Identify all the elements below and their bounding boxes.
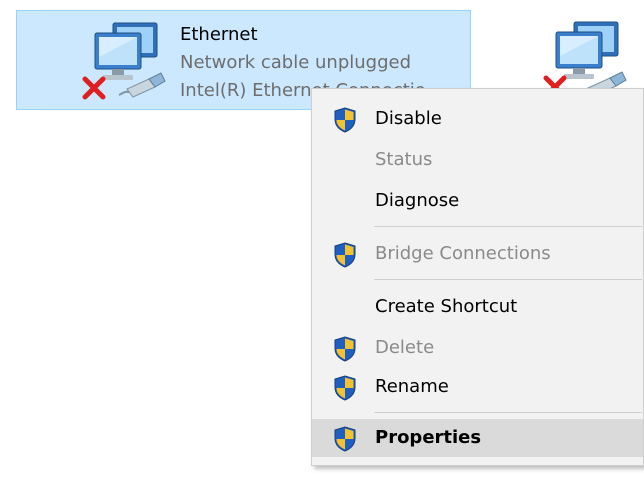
menu-item-label: Rename <box>375 376 449 397</box>
uac-shield-icon <box>333 107 357 133</box>
adapter-status: Network cable unplugged <box>180 52 412 73</box>
network-adapter-icon <box>79 17 169 107</box>
adapter-name: Ethernet <box>180 24 258 45</box>
uac-shield-icon <box>333 375 357 401</box>
menu-item-properties[interactable]: Properties <box>312 419 643 457</box>
menu-item-label: Delete <box>375 337 435 358</box>
menu-item-delete[interactable]: Delete <box>312 329 643 367</box>
menu-separator <box>374 412 642 413</box>
menu-item-disable[interactable]: Disable <box>312 100 643 138</box>
menu-item-label: Diagnose <box>375 190 460 211</box>
menu-separator <box>374 279 642 280</box>
menu-item-label: Create Shortcut <box>375 296 518 317</box>
menu-item-bridge-connections[interactable]: Bridge Connections <box>312 235 643 273</box>
menu-item-label: Properties <box>375 427 482 448</box>
menu-item-status[interactable]: Status <box>312 141 643 179</box>
menu-item-diagnose[interactable]: Diagnose <box>312 182 643 220</box>
red-x-disconnected-icon <box>82 76 106 100</box>
menu-item-label: Bridge Connections <box>375 243 551 264</box>
uac-shield-icon <box>333 242 357 268</box>
menu-item-create-shortcut[interactable]: Create Shortcut <box>312 288 643 326</box>
menu-item-rename[interactable]: Rename <box>312 368 643 406</box>
uac-shield-icon <box>333 336 357 362</box>
network-adapter-icon[interactable] <box>540 16 640 96</box>
uac-shield-icon <box>333 426 357 452</box>
menu-separator <box>374 226 642 227</box>
menu-item-label: Status <box>375 149 433 170</box>
menu-item-label: Disable <box>375 108 442 129</box>
context-menu: Disable Status Diagnose Bridge Connectio… <box>311 88 644 466</box>
